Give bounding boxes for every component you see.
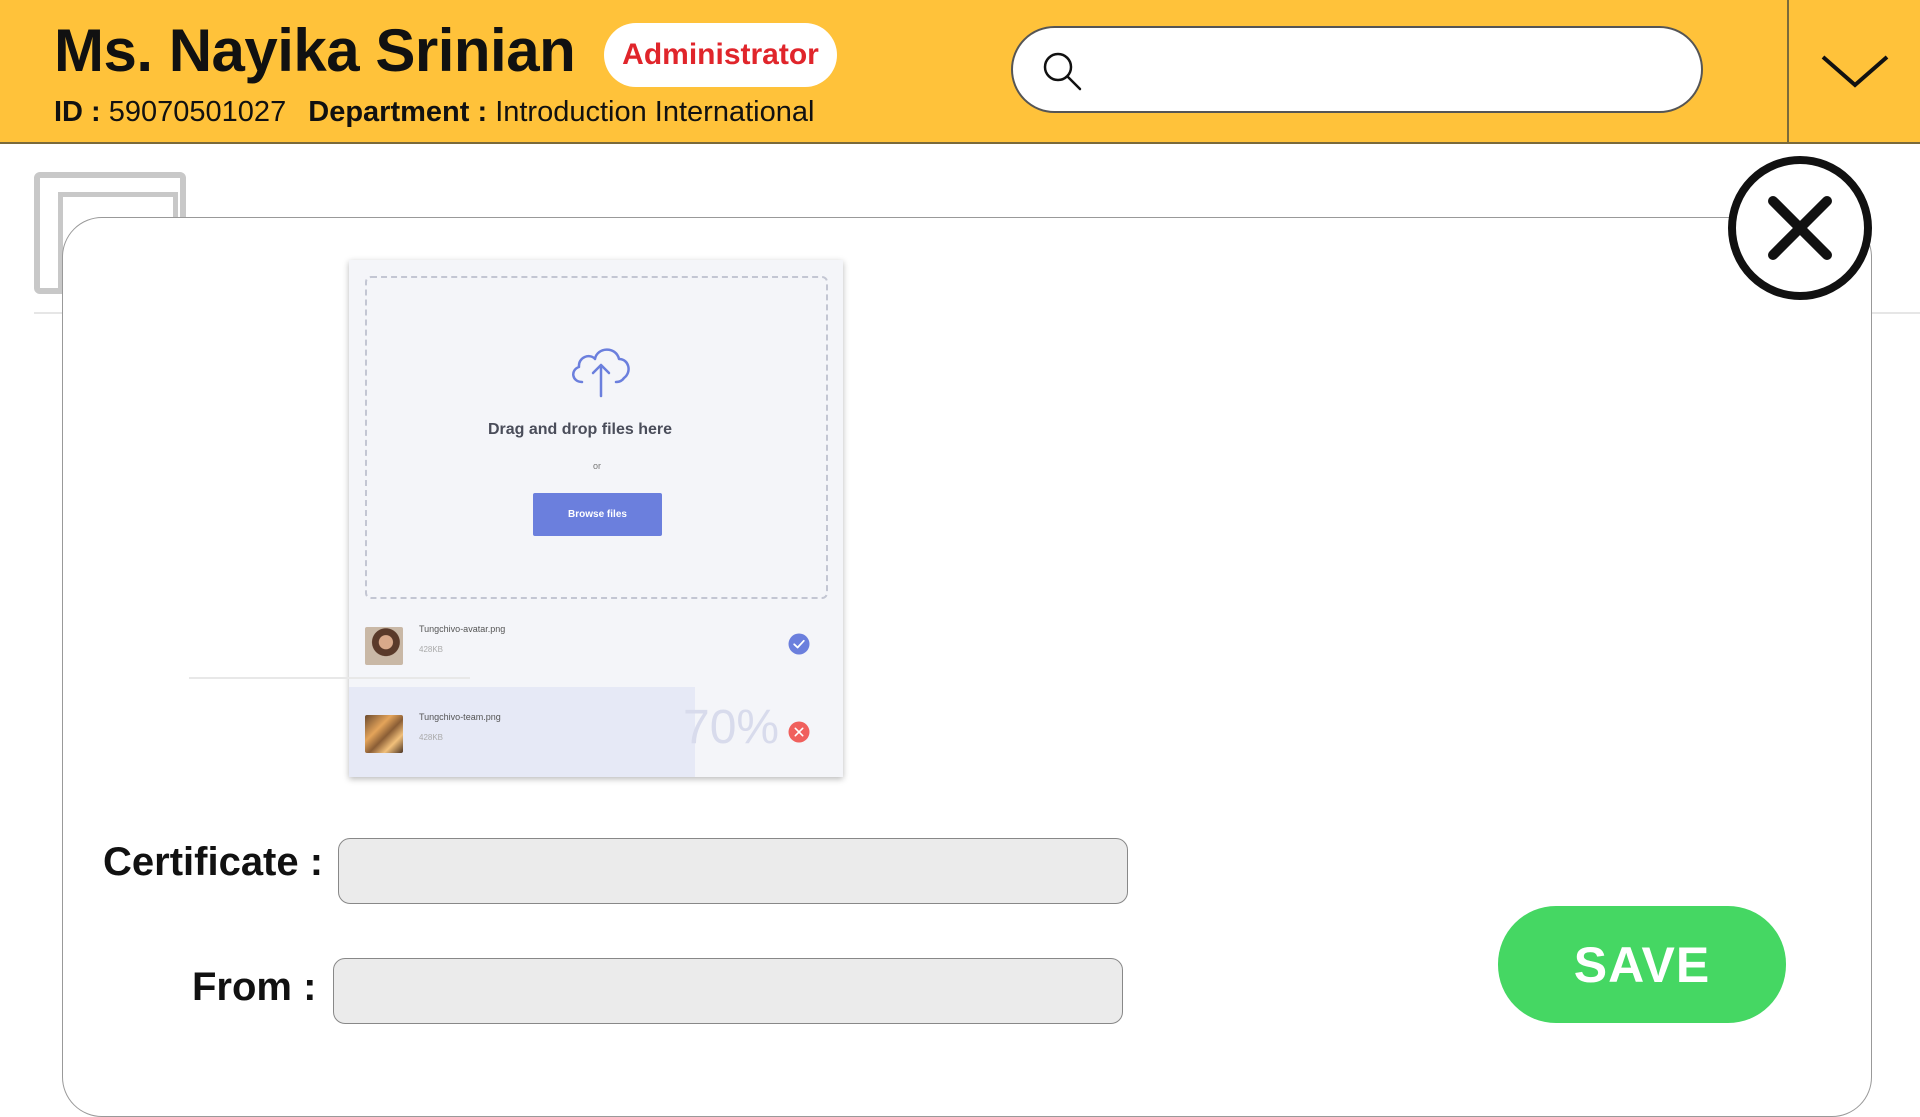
app-header: Ms. Nayika Srinian Administrator ID : 59…: [0, 0, 1920, 144]
browse-files-button[interactable]: Browse files: [533, 493, 662, 536]
search-icon: [1043, 52, 1082, 91]
file-thumbnail: [365, 627, 403, 665]
file-size: 428KB: [419, 645, 444, 654]
search-box[interactable]: [1011, 26, 1703, 113]
from-label: From :: [192, 965, 317, 1009]
department-label: Department :: [308, 96, 488, 128]
check-circle-icon: [788, 633, 810, 655]
id-label: ID :: [54, 96, 101, 128]
file-list-item: Tungchivo-team.png 428KB 70%: [349, 687, 843, 777]
cancel-upload-icon[interactable]: [788, 721, 810, 743]
file-list-item: Tungchivo-avatar.png 428KB: [349, 599, 843, 689]
divider-line: [189, 677, 470, 679]
dropzone-title: Drag and drop files here: [487, 421, 673, 438]
user-menu-toggle[interactable]: [1787, 0, 1920, 144]
file-dropzone[interactable]: Drag and drop files here or Browse files: [365, 276, 828, 599]
user-name: Ms. Nayika Srinian: [54, 17, 576, 84]
file-name: Tungchivo-team.png: [419, 712, 501, 722]
save-button[interactable]: SAVE: [1498, 906, 1786, 1023]
close-modal-button[interactable]: [1728, 156, 1872, 300]
close-icon: [1768, 196, 1832, 260]
chevron-down-icon: [1821, 55, 1888, 88]
file-size: 428KB: [419, 733, 444, 742]
certificate-input[interactable]: [338, 838, 1128, 904]
cloud-upload-icon: [572, 348, 630, 398]
dropzone-or: or: [592, 461, 601, 471]
id-value: 59070501027: [108, 96, 287, 128]
certificate-label: Certificate :: [103, 840, 324, 884]
file-name: Tungchivo-avatar.png: [419, 624, 506, 634]
upload-progress-text: 70%: [683, 701, 780, 754]
search-input[interactable]: [1103, 46, 1683, 94]
file-thumbnail: [365, 715, 403, 753]
role-badge: Administrator: [604, 23, 837, 87]
user-meta: ID : 59070501027 Department : Introducti…: [54, 96, 814, 129]
from-input[interactable]: [333, 958, 1123, 1024]
file-uploader: Drag and drop files here or Browse files…: [349, 260, 843, 777]
department-value: Introduction International: [495, 96, 815, 128]
